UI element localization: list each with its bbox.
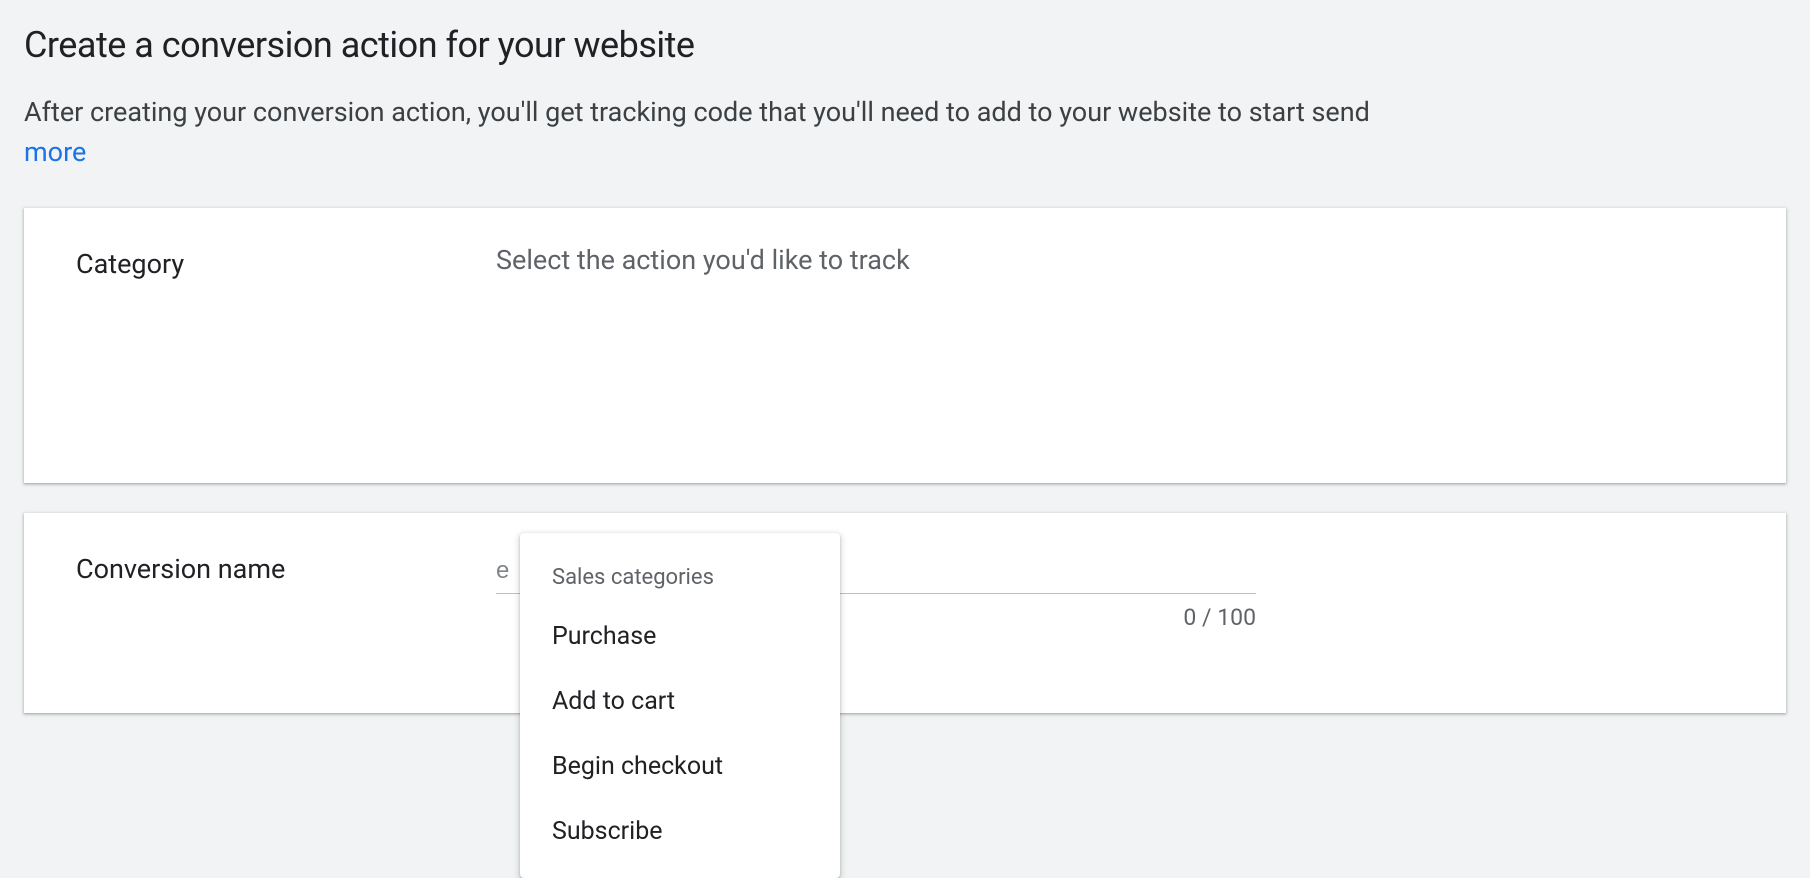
page-title: Create a conversion action for your webs… xyxy=(24,24,1786,66)
dropdown-item-purchase[interactable]: Purchase xyxy=(520,604,840,669)
description-text: After creating your conversion action, y… xyxy=(24,96,1370,128)
category-label: Category xyxy=(76,244,496,280)
category-card: Category Select the action you'd like to… xyxy=(24,208,1786,483)
dropdown-group-label: Sales categories xyxy=(520,547,840,604)
learn-more-link[interactable]: more xyxy=(24,134,1786,172)
conversion-name-label: Conversion name xyxy=(76,549,496,585)
page-description: After creating your conversion action, y… xyxy=(24,94,1786,172)
dropdown-item-add-to-cart[interactable]: Add to cart xyxy=(520,669,840,734)
category-dropdown-menu: Sales categories Purchase Add to cart Be… xyxy=(520,533,840,878)
dropdown-item-begin-checkout[interactable]: Begin checkout xyxy=(520,734,840,799)
conversion-name-card: Conversion name 0 / 100 xyxy=(24,513,1786,713)
category-hint: Select the action you'd like to track xyxy=(496,244,1734,276)
dropdown-item-subscribe[interactable]: Subscribe xyxy=(520,799,840,864)
